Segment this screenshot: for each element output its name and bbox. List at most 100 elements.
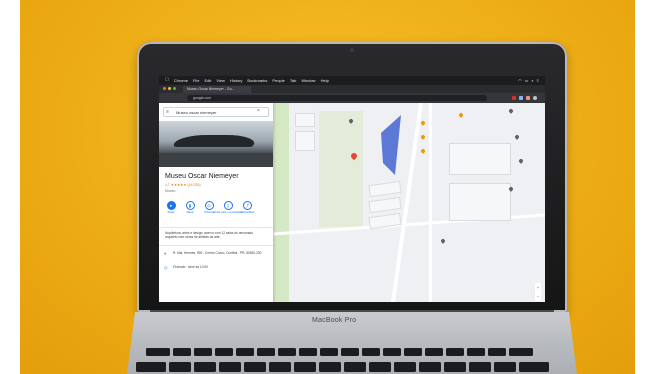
action-label: Compartilhar — [239, 211, 255, 214]
menu-item[interactable]: History — [230, 76, 242, 85]
apple-icon[interactable]:  — [165, 76, 169, 85]
poi-pin-icon[interactable] — [518, 158, 524, 164]
poi-pin-icon[interactable] — [458, 112, 464, 118]
search-icon[interactable]: ⌕ — [531, 76, 533, 85]
nearby-icon: ◎ — [204, 201, 214, 210]
camera-icon — [350, 48, 354, 52]
wifi-icon[interactable]: ◠ — [518, 76, 522, 85]
menu-item[interactable]: Chrome — [174, 76, 188, 85]
park-area — [319, 111, 363, 227]
action-label: Salvar — [186, 211, 194, 214]
menu-item[interactable]: Edit — [204, 76, 211, 85]
menu-icon[interactable]: ≡ — [166, 109, 169, 115]
place-photo[interactable] — [159, 121, 273, 167]
menu-item[interactable]: File — [193, 76, 199, 85]
poi-pin-icon[interactable] — [420, 120, 426, 126]
laptop-brand-label: MacBook Pro — [312, 317, 357, 324]
close-icon[interactable]: × — [257, 108, 260, 114]
poi-pin-icon[interactable] — [440, 238, 446, 244]
place-title: Museu Oscar Niemeyer — [165, 173, 239, 180]
map-block — [368, 180, 402, 198]
zoom-control[interactable]: + − — [535, 283, 541, 301]
menu-icon[interactable]: ≡ — [537, 76, 539, 85]
extension-icon[interactable] — [526, 96, 530, 100]
key — [173, 348, 191, 356]
extension-icons — [512, 96, 537, 100]
place-rating[interactable]: 4,7 ★★★★★ (44.325) — [165, 183, 201, 187]
menu-item[interactable]: Bookmarks — [247, 76, 267, 85]
share-button[interactable]: ⤴ Compartilhar — [239, 201, 255, 214]
menu-item[interactable]: Tab — [290, 76, 296, 85]
map-block — [295, 131, 315, 151]
museum-silhouette — [173, 135, 257, 147]
key — [446, 348, 464, 356]
share-icon: ⤴ — [242, 201, 252, 210]
zoom-out-icon[interactable]: − — [535, 292, 541, 301]
url-field[interactable]: google.com — [187, 95, 487, 101]
photo:  Chrome File Edit View History Bookmark… — [0, 0, 655, 374]
location-icon: ⌖ — [164, 251, 167, 256]
keyboard-row — [136, 362, 549, 372]
key — [509, 348, 533, 356]
battery-icon[interactable]: ▭ — [525, 76, 529, 85]
mac-menubar:  Chrome File Edit View History Bookmark… — [159, 76, 545, 85]
key — [278, 348, 296, 356]
phone-icon: ▯ — [223, 201, 233, 210]
maximize-icon[interactable] — [173, 87, 176, 90]
keyboard-row — [146, 348, 533, 356]
place-category[interactable]: Museu — [165, 189, 176, 193]
key — [319, 362, 341, 372]
key — [362, 348, 380, 356]
poi-pin-icon[interactable] — [508, 108, 514, 114]
key — [444, 362, 466, 372]
key — [269, 362, 291, 372]
search-input[interactable]: Museu oscar niemeyer — [163, 107, 269, 117]
menu-item[interactable]: Window — [301, 76, 315, 85]
directions-button[interactable]: ➤ Rotas — [165, 201, 177, 214]
minimize-icon[interactable] — [168, 87, 171, 90]
menu-item[interactable]: Help — [321, 76, 329, 85]
key — [236, 348, 254, 356]
action-label: Enviar para o smartphone — [213, 211, 243, 214]
key — [419, 362, 441, 372]
key — [404, 348, 422, 356]
park-area — [273, 103, 289, 302]
key — [488, 348, 506, 356]
key — [369, 362, 391, 372]
close-icon[interactable] — [163, 87, 166, 90]
menu-item[interactable]: People — [272, 76, 284, 85]
zoom-in-icon[interactable]: + — [535, 283, 541, 292]
profile-icon[interactable] — [533, 96, 537, 100]
museum-building — [381, 115, 401, 175]
key — [299, 348, 317, 356]
status-icons: ◠ ▭ ⌕ ≡ — [518, 76, 545, 85]
poi-pin-icon[interactable] — [420, 134, 426, 140]
key — [194, 362, 216, 372]
extension-icon[interactable] — [519, 96, 523, 100]
divider — [159, 227, 273, 228]
clock-icon: ◷ — [164, 265, 168, 270]
menu-item[interactable]: View — [216, 76, 225, 85]
right-margin — [635, 0, 655, 374]
map-block — [449, 143, 511, 175]
key — [136, 362, 166, 372]
key — [244, 362, 266, 372]
key — [383, 348, 401, 356]
map-block — [295, 113, 315, 127]
poi-pin-icon[interactable] — [514, 134, 520, 140]
key — [320, 348, 338, 356]
key — [467, 348, 485, 356]
left-margin — [0, 0, 20, 374]
map-block — [368, 196, 402, 214]
place-hours[interactable]: Fechado · Abre às 10:00 — [173, 265, 208, 269]
divider — [159, 245, 273, 246]
extension-icon[interactable] — [512, 96, 516, 100]
laptop-screen:  Chrome File Edit View History Bookmark… — [159, 76, 545, 302]
send-to-phone-button[interactable]: ▯ Enviar para o smartphone — [213, 201, 243, 214]
save-button[interactable]: ▮ Salvar — [184, 201, 196, 214]
poi-pin-icon[interactable] — [420, 148, 426, 154]
key — [146, 348, 170, 356]
action-label: Rotas — [167, 211, 175, 214]
place-address[interactable]: R. Mal. Hermes, 999 - Centro Cívico, Cur… — [173, 251, 265, 255]
browser-tab[interactable]: Museu Oscar Niemeyer - Go... — [183, 86, 251, 93]
